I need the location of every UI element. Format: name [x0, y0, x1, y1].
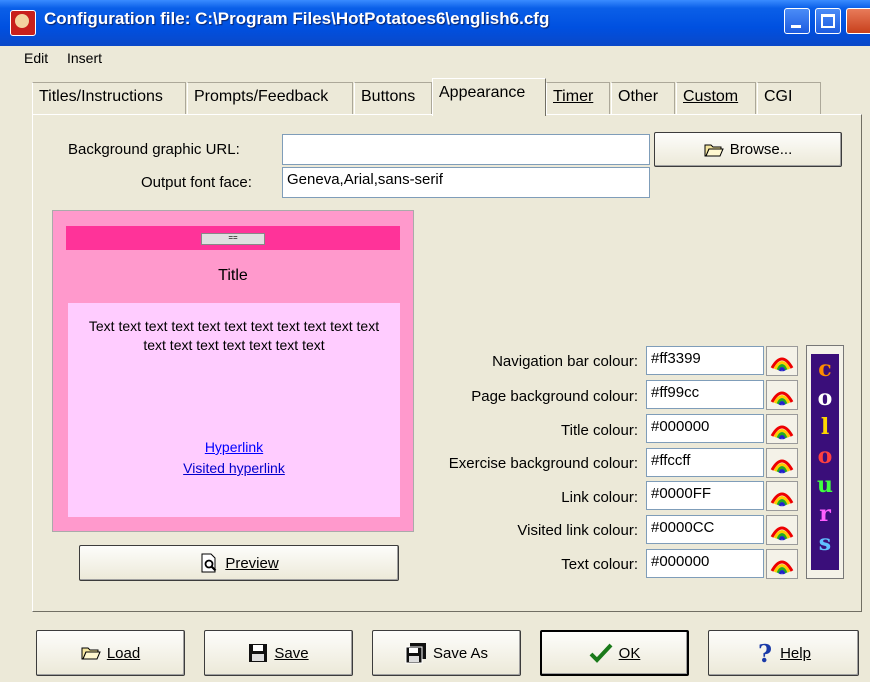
question-mark-icon: ? [758, 641, 772, 665]
link-colour-input[interactable]: #0000FF [646, 481, 764, 510]
link-colour-picker[interactable] [766, 481, 798, 511]
visited-link-colour-picker[interactable] [766, 515, 798, 545]
bg-graphic-label: Background graphic URL: [68, 141, 240, 158]
floppy-disk-stack-icon [405, 643, 426, 664]
rainbow-icon [770, 425, 794, 440]
title-colour-picker[interactable] [766, 414, 798, 444]
hotpotatoes-icon[interactable] [10, 10, 36, 36]
tab-cgi[interactable]: CGI [757, 82, 821, 114]
preview-sample-text: Text text text text text text text text … [88, 318, 380, 353]
preview-title: Title [218, 267, 248, 284]
link-colour-label: Link colour: [561, 489, 638, 506]
floppy-disk-icon [249, 644, 268, 662]
menu-insert[interactable]: Insert [67, 50, 102, 66]
visited-link-colour-input[interactable]: #0000CC [646, 515, 764, 544]
bg-graphic-input[interactable] [282, 134, 650, 165]
minimize-button[interactable] [784, 8, 810, 34]
font-face-input[interactable]: Geneva,Arial,sans-serif [282, 167, 650, 198]
text-colour-input[interactable]: #000000 [646, 549, 764, 578]
tab-appearance[interactable]: Appearance [432, 78, 546, 116]
colours-button[interactable]: c o l o u r s [806, 345, 844, 579]
preview-visited-hyperlink: Visited hyperlink [183, 460, 285, 476]
folder-open-icon [81, 647, 101, 660]
exercise-bg-colour-picker[interactable] [766, 448, 798, 478]
rainbow-icon [770, 560, 794, 575]
magnifier-document-icon [201, 553, 217, 573]
preview-hyperlink: Hyperlink [204, 439, 264, 455]
save-as-button[interactable]: Save As [372, 630, 521, 676]
browse-button[interactable]: Browse... [654, 132, 842, 167]
tab-prompts-feedback[interactable]: Prompts/Feedback [187, 82, 353, 114]
colours-logo: c o l o u r s [811, 354, 839, 570]
preview-exercise-box: Text text text text text text text text … [68, 303, 400, 517]
menu-edit[interactable]: Edit [24, 50, 48, 66]
title-colour-label: Title colour: [561, 422, 638, 439]
tab-timer[interactable]: Timer [546, 82, 610, 114]
rainbow-icon [770, 492, 794, 507]
ok-button[interactable]: OK [540, 630, 689, 676]
text-colour-picker[interactable] [766, 549, 798, 579]
help-button[interactable]: ? Help [708, 630, 859, 676]
exercise-bg-colour-input[interactable]: #ffccff [646, 448, 764, 477]
nav-bar-colour-input[interactable]: #ff3399 [646, 346, 764, 375]
preview-button[interactable]: Preview [79, 545, 399, 581]
preview-nav-button: == [201, 233, 265, 245]
close-button[interactable] [846, 8, 870, 34]
title-colour-input[interactable]: #000000 [646, 414, 764, 443]
visited-link-colour-label: Visited link colour: [517, 522, 638, 539]
tab-titles-instructions[interactable]: Titles/Instructions [32, 82, 186, 114]
title-bar: Configuration file: C:\Program Files\Hot… [0, 0, 870, 46]
tab-custom[interactable]: Custom [676, 82, 756, 114]
nav-bar-colour-picker[interactable] [766, 346, 798, 376]
checkmark-icon [589, 643, 613, 663]
preview-pane: == Title Text text text text text text t… [52, 210, 414, 532]
menu-bar: Edit Insert [0, 46, 870, 70]
svg-text:?: ? [758, 641, 772, 665]
preview-nav-bar: == [66, 226, 400, 250]
window-title: Configuration file: C:\Program Files\Hot… [44, 9, 550, 28]
text-colour-label: Text colour: [561, 556, 638, 573]
page-bg-colour-picker[interactable] [766, 380, 798, 410]
nav-bar-colour-label: Navigation bar colour: [492, 353, 638, 370]
font-face-label: Output font face: [141, 174, 252, 191]
rainbow-icon [770, 526, 794, 541]
rainbow-icon [770, 459, 794, 474]
rainbow-icon [770, 357, 794, 372]
page-bg-colour-label: Page background colour: [471, 388, 638, 405]
tab-other[interactable]: Other [611, 82, 675, 114]
maximize-button[interactable] [815, 8, 841, 34]
rainbow-icon [770, 391, 794, 406]
page-bg-colour-input[interactable]: #ff99cc [646, 380, 764, 409]
save-button[interactable]: Save [204, 630, 353, 676]
tab-buttons[interactable]: Buttons [354, 82, 432, 114]
folder-open-icon [704, 144, 724, 156]
exercise-bg-colour-label: Exercise background colour: [448, 455, 638, 472]
load-button[interactable]: Load [36, 630, 185, 676]
